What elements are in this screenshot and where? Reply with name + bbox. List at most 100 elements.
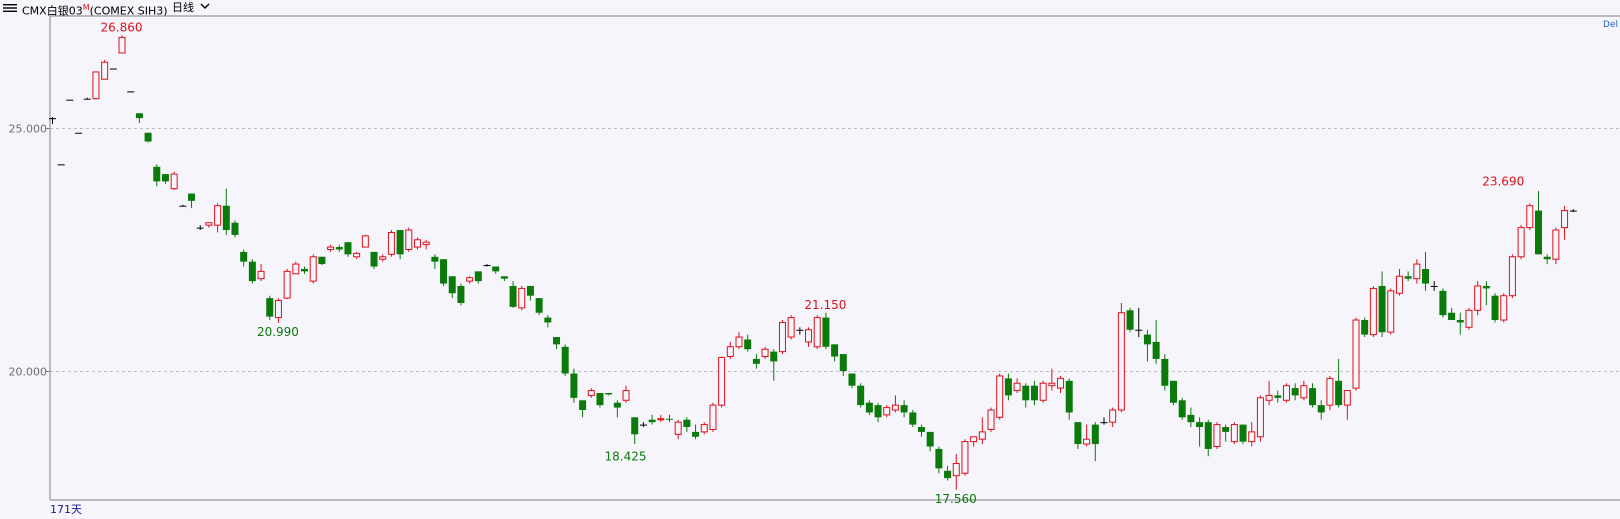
candle-body — [1222, 427, 1230, 432]
candle-body — [292, 263, 300, 275]
candle-body — [170, 173, 178, 190]
candle-body — [987, 409, 995, 430]
candle-body — [1004, 378, 1012, 396]
candle-body — [944, 470, 952, 479]
corner-label: Del — [1603, 20, 1618, 30]
candle-body — [839, 354, 847, 372]
candle-body — [1500, 295, 1508, 321]
candle-body — [570, 373, 578, 398]
candle-body — [961, 441, 969, 474]
candle-body — [692, 431, 700, 437]
candle-body — [805, 329, 813, 343]
candle-body — [526, 285, 534, 296]
extreme-price-label: 26.860 — [101, 20, 143, 34]
candle-body — [1152, 341, 1160, 359]
visible-days-label: 171天 — [50, 503, 82, 516]
candle-body — [1135, 329, 1143, 331]
candle-body — [387, 231, 395, 255]
candle-body — [718, 356, 726, 406]
candle-body — [240, 251, 248, 262]
candle-body — [75, 132, 83, 134]
candle-body — [909, 412, 917, 425]
candle-body — [1065, 380, 1073, 413]
candle-body — [996, 375, 1004, 418]
candle-body — [822, 317, 830, 347]
candle-body — [1508, 256, 1516, 297]
candle-body — [500, 276, 508, 279]
candle-body — [1404, 276, 1412, 279]
candle-body — [935, 448, 943, 469]
candle-body — [440, 259, 448, 284]
candle-body — [1230, 424, 1238, 443]
candle-body — [796, 329, 804, 331]
candle-body — [196, 227, 204, 229]
candle-body — [1474, 285, 1482, 311]
candle-body — [1534, 210, 1542, 255]
candle-body — [1552, 229, 1560, 260]
candle-body — [1569, 210, 1577, 212]
candle-body — [926, 431, 934, 447]
candle-body — [344, 242, 352, 255]
candle-body — [1309, 388, 1317, 406]
candle-body — [1039, 382, 1047, 401]
candle-body — [144, 132, 152, 142]
candle-body — [422, 241, 430, 246]
candle-body — [466, 277, 474, 282]
candle-body — [874, 405, 882, 418]
candle-body — [405, 229, 413, 250]
candle-body — [778, 321, 786, 353]
candle-body — [553, 337, 561, 345]
candle-body — [631, 417, 639, 435]
candle-body — [1422, 268, 1430, 284]
candle-body — [492, 266, 500, 272]
candle-body — [1335, 380, 1343, 406]
candle-body — [214, 205, 222, 226]
candle-body — [231, 222, 239, 235]
candle-body — [1282, 385, 1290, 401]
candle-body — [266, 298, 274, 317]
candle-body — [1030, 385, 1038, 401]
candle-body — [1204, 422, 1212, 449]
candle-body — [1491, 295, 1499, 321]
candle-body — [1326, 377, 1334, 406]
candle-body — [283, 270, 291, 299]
candle-body — [813, 317, 821, 348]
candle-body — [1300, 385, 1308, 399]
candle-body — [1265, 394, 1273, 401]
y-tick-label: 20.000 — [9, 366, 48, 379]
candle-body — [918, 427, 925, 432]
candle-body — [674, 421, 682, 435]
candle-body — [735, 336, 743, 348]
candle-body — [1369, 287, 1377, 336]
candle-body — [1248, 431, 1256, 443]
candle-body — [57, 164, 65, 166]
candle-body — [665, 418, 673, 420]
candle-body — [457, 285, 465, 303]
candle-body — [153, 166, 161, 182]
candle-body — [1091, 424, 1099, 445]
candle-body — [1395, 275, 1403, 294]
candle-body — [1317, 405, 1325, 413]
candle-body — [596, 392, 604, 406]
candle-body — [318, 256, 326, 265]
candle-body — [1274, 395, 1282, 398]
candle-body — [1439, 290, 1447, 316]
candle-body — [92, 71, 100, 100]
candle-body — [1178, 400, 1186, 418]
candle-body — [761, 348, 769, 358]
candle-body — [257, 270, 265, 280]
candle-body — [700, 424, 708, 433]
candle-body — [518, 287, 526, 309]
candle-body — [361, 235, 369, 248]
candle-body — [1196, 422, 1204, 428]
candle-body — [657, 418, 665, 421]
candlestick-chart[interactable]: 25.000 20.000 26.860 20.990 18.425 21.150 17.5… — [0, 0, 1620, 519]
candle-body — [726, 346, 734, 358]
candle-body — [1239, 424, 1247, 442]
candle-body — [1109, 409, 1117, 423]
candle-body — [770, 351, 778, 362]
candle-body — [1343, 390, 1351, 406]
candle-body — [683, 419, 691, 428]
candle-body — [883, 407, 891, 416]
candle-body — [978, 431, 986, 440]
